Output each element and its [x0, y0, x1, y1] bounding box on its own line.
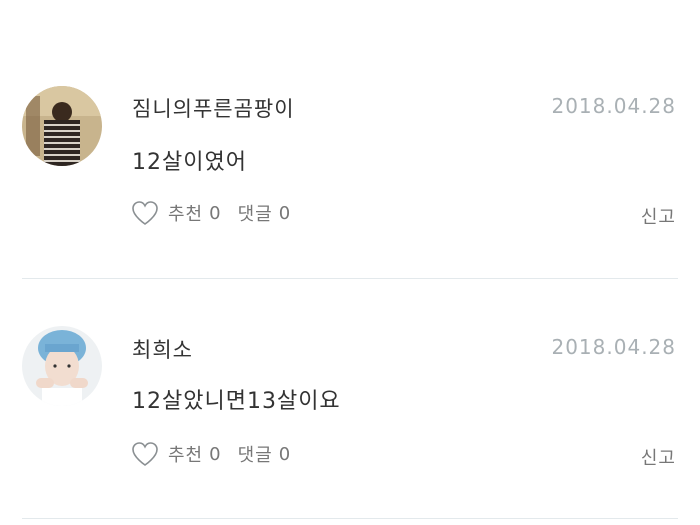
avatar[interactable]: [22, 326, 102, 406]
comment-actions: 추천 0 댓글 0: [130, 440, 291, 468]
report-button[interactable]: 신고: [641, 203, 676, 229]
avatar-photo-icon: [22, 326, 102, 406]
heart-outline-icon[interactable]: [130, 199, 160, 227]
divider: [22, 518, 678, 519]
reply-label[interactable]: 댓글: [238, 441, 273, 467]
reply-count: 0: [278, 202, 292, 224]
like-count: 0: [209, 202, 222, 224]
comment-date: 2018.04.28: [551, 335, 676, 359]
reply-label[interactable]: 댓글: [238, 200, 273, 226]
reply-count: 0: [278, 443, 292, 465]
heart-outline-icon[interactable]: [130, 440, 160, 468]
comment-item: 최희소 2018.04.28 12살았니면13살이요 추천 0 댓글 0 신고: [0, 0, 700, 469]
divider: [22, 278, 678, 279]
comment-text: 12살았니면13살이요: [132, 389, 341, 414]
like-label[interactable]: 추천: [168, 441, 203, 467]
author-name[interactable]: 최희소: [132, 334, 193, 364]
like-label[interactable]: 추천: [168, 200, 203, 226]
like-count: 0: [209, 443, 222, 465]
comment-actions: 추천 0 댓글 0: [130, 199, 291, 227]
report-button[interactable]: 신고: [641, 444, 676, 470]
